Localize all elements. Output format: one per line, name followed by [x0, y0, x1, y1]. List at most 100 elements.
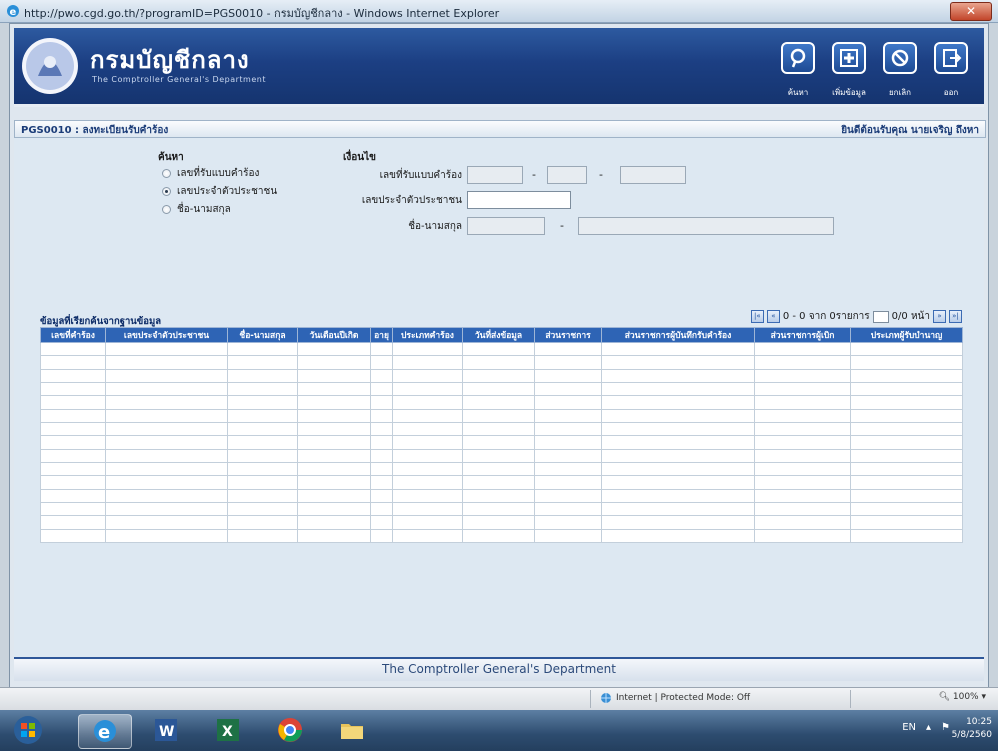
column-header[interactable]: เลขประจำตัวประชาชน — [105, 327, 228, 343]
table-cell — [40, 355, 106, 370]
table-cell — [534, 448, 602, 463]
table-row[interactable] — [40, 448, 963, 463]
separator: - — [560, 219, 564, 232]
table-cell — [601, 501, 755, 517]
column-header[interactable]: อายุ — [370, 327, 393, 343]
column-header[interactable]: ประเภทคำร้อง — [392, 327, 463, 343]
table-cell — [227, 341, 298, 357]
security-zone[interactable]: Internet | Protected Mode: Off — [600, 692, 750, 704]
table-row[interactable] — [40, 341, 963, 357]
taskbar-excel[interactable]: X — [202, 714, 254, 747]
table-cell — [462, 461, 535, 477]
column-header[interactable]: วันเดือนปีเกิด — [297, 327, 371, 343]
clock[interactable]: 10:25 5/8/2560 — [952, 716, 992, 742]
next-page-button[interactable]: » — [933, 310, 946, 323]
page-number-input[interactable] — [872, 310, 889, 323]
table-cell — [392, 461, 463, 477]
internet-explorer-icon: e — [7, 5, 19, 18]
table-row[interactable] — [40, 515, 963, 530]
application-frame: กรมบัญชีกลาง The Comptroller General's D… — [9, 23, 989, 688]
table-row[interactable] — [40, 381, 963, 397]
table-cell — [40, 408, 106, 423]
table-row[interactable] — [40, 461, 963, 477]
table-row[interactable] — [40, 435, 963, 450]
request-no-field-1[interactable] — [467, 166, 523, 184]
column-header[interactable]: ประเภทผู้รับบำนาญ — [850, 327, 963, 343]
column-header[interactable]: ส่วนราชการ — [534, 327, 602, 343]
table-cell — [754, 488, 851, 503]
exit-icon — [943, 49, 962, 67]
first-name-input[interactable] — [467, 217, 545, 235]
taskbar-internet-explorer[interactable]: e — [78, 714, 132, 749]
table-cell — [392, 448, 463, 463]
table-row[interactable] — [40, 355, 963, 370]
table-cell — [40, 528, 106, 544]
radio-button[interactable] — [162, 205, 171, 214]
radio-name[interactable]: ชื่อ-นามสกุล — [162, 202, 231, 217]
table-cell — [105, 461, 228, 477]
cancel-icon — [891, 49, 909, 67]
column-header[interactable]: ส่วนราชการผู้เบิก — [754, 327, 851, 343]
last-name-input[interactable] — [578, 217, 834, 235]
table-cell — [601, 381, 755, 397]
first-page-button[interactable]: |« — [750, 310, 764, 323]
table-row[interactable] — [40, 408, 963, 423]
zoom-level[interactable]: 🔍︎ 100% ▾ — [939, 692, 986, 702]
table-cell — [105, 501, 228, 517]
table-cell — [370, 448, 393, 463]
column-header[interactable]: วันที่ส่งข้อมูล — [462, 327, 535, 343]
table-cell — [462, 368, 535, 383]
radio-button[interactable] — [162, 169, 171, 178]
taskbar-word[interactable]: W — [140, 714, 192, 747]
table-cell — [850, 515, 963, 530]
table-row[interactable] — [40, 475, 963, 490]
table-row[interactable] — [40, 501, 963, 517]
table-row[interactable] — [40, 488, 963, 503]
table-cell — [370, 355, 393, 370]
table-cell — [850, 355, 963, 370]
name-label: ชื่อ-นามสกุล — [408, 221, 462, 232]
table-row[interactable] — [40, 368, 963, 383]
column-header[interactable]: เลขที่คำร้อง — [40, 327, 106, 343]
flag-icon[interactable]: ⚑ — [941, 722, 950, 733]
table-cell — [227, 408, 298, 423]
table-row[interactable] — [40, 528, 963, 544]
content-area: ค้นหา เลขที่รับแบบคำร้อง เลขประจำตัวประช… — [14, 138, 984, 658]
table-cell — [850, 501, 963, 517]
table-cell — [227, 421, 298, 437]
table-cell — [370, 475, 393, 490]
table-cell — [850, 475, 963, 490]
window-close-button[interactable]: ✕ — [950, 2, 992, 21]
taskbar-chrome[interactable] — [264, 714, 316, 747]
search-tool-button[interactable]: ค้นหา — [778, 42, 818, 104]
column-header[interactable]: ชื่อ-นามสกุล — [227, 327, 298, 343]
exit-tool-button[interactable]: ออก — [931, 42, 971, 104]
start-button[interactable] — [6, 714, 50, 747]
table-cell — [462, 341, 535, 357]
request-no-field-3[interactable] — [620, 166, 686, 184]
taskbar-explorer[interactable] — [326, 714, 378, 747]
table-cell — [227, 501, 298, 517]
radio-button-selected[interactable] — [162, 187, 171, 196]
svg-text:e: e — [98, 722, 110, 743]
last-page-button[interactable]: »| — [949, 310, 962, 323]
citizen-id-input[interactable] — [467, 191, 571, 209]
table-row[interactable] — [40, 395, 963, 410]
radio-citizen-id[interactable]: เลขประจำตัวประชาชน — [162, 184, 277, 199]
zoom-value: 100% — [952, 692, 979, 702]
table-cell — [534, 501, 602, 517]
table-cell — [754, 501, 851, 517]
table-cell — [534, 488, 602, 503]
request-no-field-2[interactable] — [547, 166, 587, 184]
cancel-tool-button[interactable]: ยกเลิก — [880, 42, 920, 104]
radio-request-no[interactable]: เลขที่รับแบบคำร้อง — [162, 166, 259, 181]
table-cell — [40, 475, 106, 490]
table-cell — [105, 408, 228, 423]
add-tool-button[interactable]: เพิ่มข้อมูล — [829, 42, 869, 104]
security-zone-text: Internet | Protected Mode: Off — [616, 693, 751, 703]
column-header[interactable]: ส่วนราชการผู้บันทึกรับคำร้อง — [601, 327, 755, 343]
language-indicator[interactable]: EN — [902, 722, 916, 733]
network-icon[interactable]: ▴ — [926, 722, 931, 733]
table-row[interactable] — [40, 421, 963, 437]
prev-page-button[interactable]: « — [766, 310, 780, 323]
